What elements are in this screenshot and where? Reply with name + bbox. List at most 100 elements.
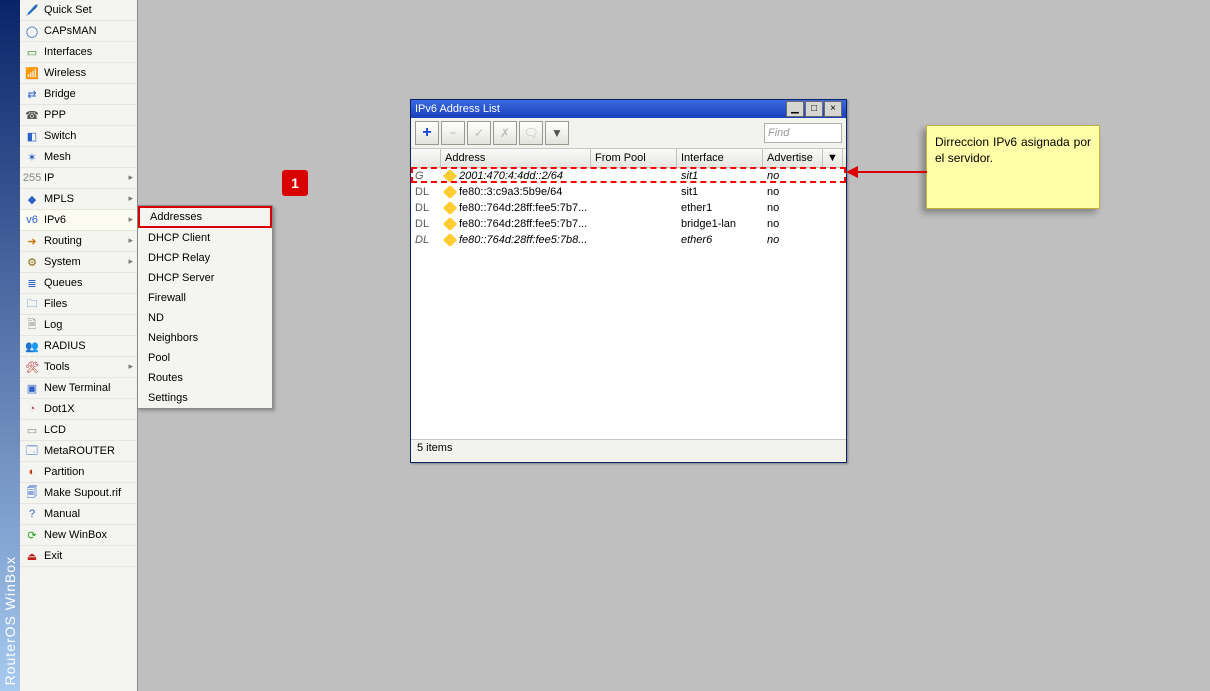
manual-icon: ?: [24, 506, 40, 522]
cell-advertise: no: [763, 234, 823, 246]
address-icon: [443, 234, 457, 246]
table-row[interactable]: DLfe80::764d:28ff:fee5:7b8...ether6no: [411, 232, 846, 248]
sidebar-item-routing[interactable]: ➜Routing▸: [20, 231, 137, 252]
col-from-pool[interactable]: From Pool: [591, 149, 677, 167]
app-title: RouterOS WinBox: [2, 550, 18, 691]
sidebar-item-mesh[interactable]: ✶Mesh: [20, 147, 137, 168]
submenu-item-neighbors[interactable]: Neighbors: [138, 328, 272, 348]
sidebar-item-ipv6[interactable]: v6IPv6▸: [20, 210, 137, 231]
table-row[interactable]: G2001:470:4:4dd::2/64sit1no: [411, 168, 846, 184]
filter-button[interactable]: ▼: [545, 121, 569, 145]
col-flags[interactable]: [411, 149, 441, 167]
submenu-item-dhcp-relay[interactable]: DHCP Relay: [138, 248, 272, 268]
cell-address: fe80::764d:28ff:fee5:7b8...: [441, 234, 591, 246]
sidebar-item-new-terminal[interactable]: ▣New Terminal: [20, 378, 137, 399]
dot1x-icon: ◔: [24, 401, 40, 417]
exit-icon: ⏏: [24, 548, 40, 564]
close-button[interactable]: ×: [824, 101, 842, 117]
disable-button[interactable]: ✗: [493, 121, 517, 145]
radius-icon: 👥: [24, 338, 40, 354]
maximize-button[interactable]: □: [805, 101, 823, 117]
sidebar-item-system[interactable]: ⚙System▸: [20, 252, 137, 273]
submenu-item-firewall[interactable]: Firewall: [138, 288, 272, 308]
sidebar-item-label: MPLS: [44, 193, 74, 205]
submenu-item-settings[interactable]: Settings: [138, 388, 272, 408]
sidebar-item-radius[interactable]: 👥RADIUS: [20, 336, 137, 357]
sidebar-item-partition[interactable]: ◐Partition: [20, 462, 137, 483]
sidebar-item-capsman[interactable]: ◯CAPsMAN: [20, 21, 137, 42]
cell-address: fe80::764d:28ff:fee5:7b7...: [441, 202, 591, 214]
sidebar-item-new-winbox[interactable]: ⟳New WinBox: [20, 525, 137, 546]
sidebar-item-switch[interactable]: ◧Switch: [20, 126, 137, 147]
address-icon: [443, 218, 457, 230]
app-title-strip: RouterOS WinBox: [0, 0, 20, 691]
submenu-arrow-icon: ▸: [128, 361, 133, 372]
submenu-item-dhcp-server[interactable]: DHCP Server: [138, 268, 272, 288]
sidebar-item-ppp[interactable]: ☎PPP: [20, 105, 137, 126]
submenu-item-dhcp-client[interactable]: DHCP Client: [138, 228, 272, 248]
cell-advertise: no: [763, 202, 823, 214]
sidebar-item-label: Manual: [44, 508, 80, 520]
sidebar-item-exit[interactable]: ⏏Exit: [20, 546, 137, 567]
submenu-arrow-icon: ▸: [128, 256, 133, 267]
submenu-item-routes[interactable]: Routes: [138, 368, 272, 388]
sidebar-item-label: IP: [44, 172, 54, 184]
address-icon: [443, 170, 457, 182]
sidebar-item-files[interactable]: 🗀Files: [20, 294, 137, 315]
enable-button[interactable]: ✓: [467, 121, 491, 145]
sidebar-item-label: Wireless: [44, 67, 86, 79]
mpls-icon: ◆: [24, 191, 40, 207]
submenu-item-nd[interactable]: ND: [138, 308, 272, 328]
comment-button[interactable]: 🗨: [519, 121, 543, 145]
col-advertise[interactable]: Advertise: [763, 149, 823, 167]
address-icon: [443, 202, 457, 214]
annotation-arrow-line: [857, 171, 927, 173]
submenu-item-pool[interactable]: Pool: [138, 348, 272, 368]
partition-icon: ◐: [24, 464, 40, 480]
address-table: Address From Pool Interface Advertise ▼ …: [411, 149, 846, 447]
sidebar-item-manual[interactable]: ? Manual: [20, 504, 137, 525]
wireless-icon: 📶: [24, 65, 40, 81]
sidebar-item-dot1x[interactable]: ◔Dot1X: [20, 399, 137, 420]
submenu-item-addresses[interactable]: Addresses: [138, 206, 272, 228]
window-titlebar[interactable]: IPv6 Address List ▁ □ ×: [411, 100, 846, 118]
sidebar-item-mpls[interactable]: ◆MPLS▸: [20, 189, 137, 210]
sidebar-item-quick-set[interactable]: 🖊️Quick Set: [20, 0, 137, 21]
address-text: fe80::764d:28ff:fee5:7b7...: [459, 218, 587, 230]
ipv6-icon: v6: [24, 212, 40, 228]
find-input[interactable]: Find: [764, 123, 842, 143]
sidebar-item-ip[interactable]: 255IP▸: [20, 168, 137, 189]
table-row[interactable]: DLfe80::3:c9a3:5b9e/64sit1no: [411, 184, 846, 200]
annotation-callout: Dirreccion IPv6 asignada por el servidor…: [926, 125, 1100, 209]
sidebar-item-label: Quick Set: [44, 4, 92, 16]
sidebar-item-label: Log: [44, 319, 62, 331]
sidebar-item-lcd[interactable]: ▭LCD: [20, 420, 137, 441]
cell-address: fe80::764d:28ff:fee5:7b7...: [441, 218, 591, 230]
sidebar-item-label: Files: [44, 298, 67, 310]
col-interface[interactable]: Interface: [677, 149, 763, 167]
cell-interface: ether6: [677, 234, 763, 246]
minimize-button[interactable]: ▁: [786, 101, 804, 117]
sidebar-item-bridge[interactable]: ⇄Bridge: [20, 84, 137, 105]
remove-button[interactable]: −: [441, 121, 465, 145]
cell-advertise: no: [763, 218, 823, 230]
sidebar-item-wireless[interactable]: 📶 Wireless: [20, 63, 137, 84]
sidebar-item-make-supout-rif[interactable]: 🗐Make Supout.rif: [20, 483, 137, 504]
cell-flags: DL: [411, 202, 441, 214]
sidebar-item-interfaces[interactable]: ▭Interfaces: [20, 42, 137, 63]
sidebar-item-metarouter[interactable]: 🗔MetaROUTER: [20, 441, 137, 462]
sidebar-item-tools[interactable]: 🛠Tools▸: [20, 357, 137, 378]
callout-line: servidor.: [948, 151, 993, 165]
log-icon: 🗎: [24, 317, 40, 333]
lcd-icon: ▭: [24, 422, 40, 438]
col-dropdown[interactable]: ▼: [823, 149, 843, 167]
cell-interface: bridge1-lan: [677, 218, 763, 230]
table-row[interactable]: DLfe80::764d:28ff:fee5:7b7...ether1no: [411, 200, 846, 216]
sidebar-item-queues[interactable]: ≣Queues: [20, 273, 137, 294]
table-row[interactable]: DL fe80::764d:28ff:fee5:7b7... bridge1-lan…: [411, 216, 846, 232]
add-button[interactable]: +: [415, 121, 439, 145]
sidebar-item-log[interactable]: 🗎 Log: [20, 315, 137, 336]
cell-flags: DL: [411, 218, 441, 230]
address-text: 2001:470:4:4dd::2/64: [459, 170, 563, 182]
col-address[interactable]: Address: [441, 149, 591, 167]
